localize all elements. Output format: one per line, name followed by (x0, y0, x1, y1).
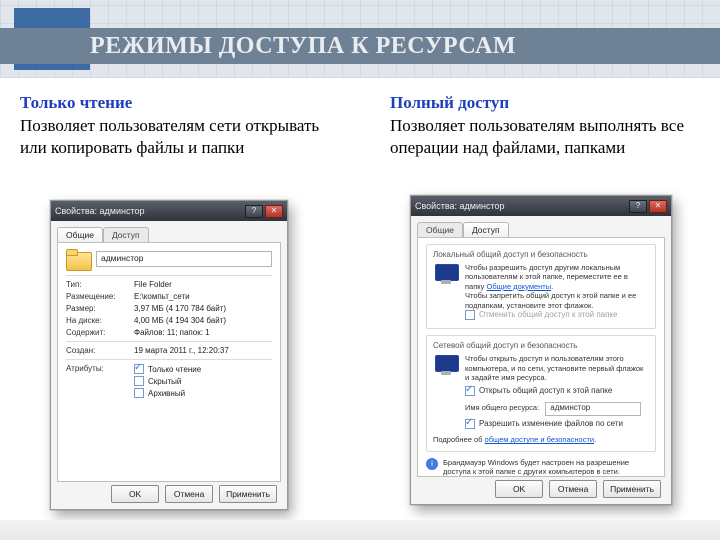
checkbox-disable-share: Отменить общий доступ к этой папке (465, 310, 617, 320)
divider (66, 359, 272, 360)
monitor-icon (433, 263, 459, 285)
help-button[interactable]: ? (245, 205, 263, 218)
share-name-label: Имя общего ресурса: (465, 403, 539, 412)
left-heading: Только чтение (20, 92, 330, 113)
firewall-settings-link[interactable]: Просмотр параметров брандмауэра Windows (443, 476, 602, 478)
cancel-button[interactable]: Отмена (165, 485, 213, 503)
ok-button[interactable]: OK (495, 480, 543, 498)
checkbox-open-share[interactable]: Открыть общий доступ к этой папке (465, 386, 612, 396)
content-area: Только чтение Позволяет пользователям се… (20, 92, 700, 158)
window2-panel: Локальный общий доступ и безопасность Чт… (417, 237, 665, 477)
checkbox-allow-modify[interactable]: Разрешить изменение файлов по сети (465, 419, 623, 429)
window2-tabs: Общие Доступ (411, 216, 671, 237)
window2-title: Свойства: админстор (415, 201, 627, 211)
row-ondisk: На диске:4,00 МБ (4 194 304 байт) (66, 316, 272, 325)
window2-titlebar[interactable]: Свойства: админстор ? ✕ (411, 196, 671, 216)
share-name-field[interactable]: админстор (545, 402, 641, 416)
group-local-sharing: Локальный общий доступ и безопасность Чт… (426, 244, 656, 329)
slide-title: РЕЖИМЫ ДОСТУПА К РЕСУРСАМ (90, 33, 516, 60)
right-heading: Полный доступ (390, 92, 700, 113)
window1-title: Свойства: админстор (55, 206, 243, 216)
apply-button[interactable]: Применить (603, 480, 661, 498)
folder-name-field[interactable]: админстор (96, 251, 272, 267)
close-button[interactable]: ✕ (265, 205, 283, 218)
row-location: Размещение:E:\компьт_сети (66, 292, 272, 301)
checkbox-icon (134, 376, 144, 386)
tab-general[interactable]: Общие (57, 227, 103, 242)
folder-icon (66, 249, 90, 269)
help-button[interactable]: ? (629, 200, 647, 213)
left-desc: Позволяет пользователям сети открывать и… (20, 115, 330, 158)
slide-title-bar: РЕЖИМЫ ДОСТУПА К РЕСУРСАМ (0, 28, 720, 64)
window1-buttons: OK Отмена Применить (51, 485, 287, 503)
divider (66, 341, 272, 342)
checkbox-hidden[interactable]: Скрытый (134, 376, 181, 386)
checkbox-icon (134, 388, 144, 398)
properties-window-general: Свойства: админстор ? ✕ Общие Доступ адм… (50, 200, 288, 510)
sharing-security-link[interactable]: общем доступе и безопасности (485, 435, 595, 444)
checkbox-icon (134, 364, 144, 374)
footer-strip (0, 520, 720, 540)
checkbox-icon (465, 310, 475, 320)
close-button[interactable]: ✕ (649, 200, 667, 213)
tab-access[interactable]: Доступ (463, 222, 509, 237)
left-column: Только чтение Позволяет пользователям се… (20, 92, 330, 158)
row-size: Размер:3,97 МБ (4 170 784 байт) (66, 304, 272, 313)
row-created: Создан:19 марта 2011 г., 12:20:37 (66, 346, 272, 355)
checkbox-archive[interactable]: Архивный (134, 388, 185, 398)
window1-panel: админстор Тип:File Folder Размещение:E:\… (57, 242, 281, 482)
tab-general[interactable]: Общие (417, 222, 463, 237)
checkbox-icon (465, 386, 475, 396)
divider (66, 275, 272, 276)
window2-buttons: OK Отмена Применить (411, 480, 671, 498)
window1-tabs: Общие Доступ (51, 221, 287, 242)
firewall-text: Брандмауэр Windows будет настроен на раз… (443, 458, 656, 476)
window1-titlebar[interactable]: Свойства: админстор ? ✕ (51, 201, 287, 221)
properties-window-sharing: Свойства: админстор ? ✕ Общие Доступ Лок… (410, 195, 672, 505)
cancel-button[interactable]: Отмена (549, 480, 597, 498)
tab-access[interactable]: Доступ (103, 227, 149, 242)
right-column: Полный доступ Позволяет пользователям вы… (390, 92, 700, 158)
learn-more-line: Подробнее об общем доступе и безопасност… (433, 435, 649, 444)
checkbox-icon (465, 419, 475, 429)
firewall-info: i Брандмауэр Windows будет настроен на р… (426, 458, 656, 478)
shared-documents-link[interactable]: Общие документы (487, 282, 552, 291)
row-type: Тип:File Folder (66, 280, 272, 289)
monitor-icon (433, 354, 459, 376)
apply-button[interactable]: Применить (219, 485, 277, 503)
info-icon: i (426, 458, 438, 470)
row-contains: Содержит:Файлов: 11; папок: 1 (66, 328, 272, 337)
ok-button[interactable]: OK (111, 485, 159, 503)
group-local-text: Чтобы разрешить доступ другим локальным … (465, 263, 649, 322)
group-net-title: Сетевой общий доступ и безопасность (433, 341, 649, 350)
group-net-text: Чтобы открыть доступ и пользователям это… (465, 354, 649, 431)
right-desc: Позволяет пользователям выполнять все оп… (390, 115, 700, 158)
group-network-sharing: Сетевой общий доступ и безопасность Чтоб… (426, 335, 656, 451)
group-local-title: Локальный общий доступ и безопасность (433, 250, 649, 259)
row-attrs: Атрибуты: Только чтение Скрытый Архивный (66, 364, 272, 400)
checkbox-readonly[interactable]: Только чтение (134, 364, 201, 374)
